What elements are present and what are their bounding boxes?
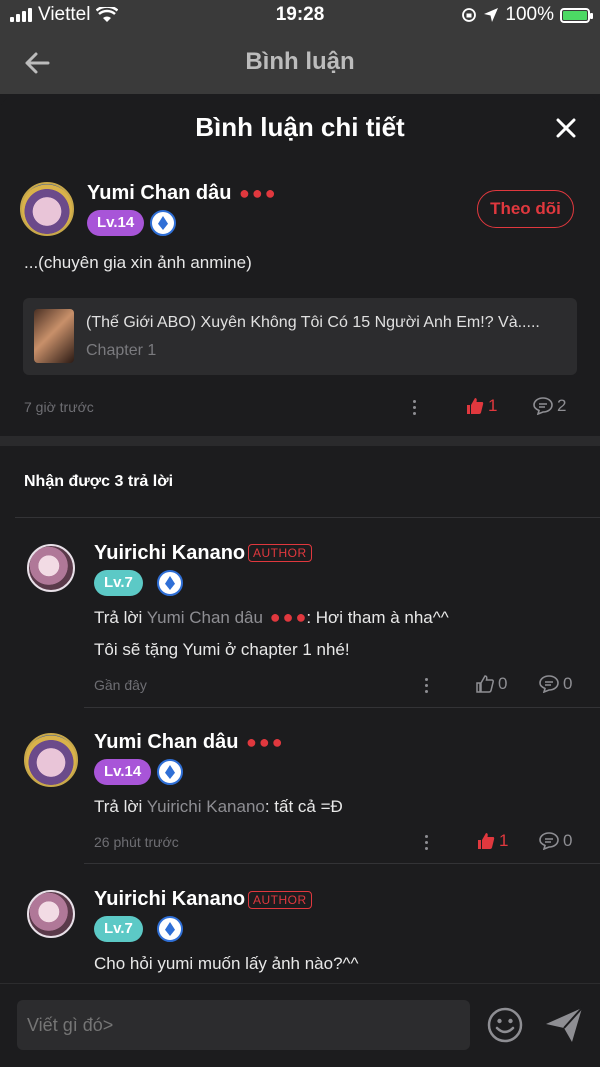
- chapter-title: (Thế Giới ABO) Xuyên Không Tôi Có 15 Ngư…: [86, 314, 540, 331]
- close-icon[interactable]: [554, 116, 578, 140]
- reply-user[interactable]: Yuirichi Kanano: [94, 888, 245, 911]
- divider: [84, 863, 600, 864]
- comment-button[interactable]: 0: [539, 674, 572, 694]
- avatar[interactable]: [27, 890, 75, 938]
- reply-user[interactable]: Yuirichi Kanano: [94, 542, 245, 565]
- reply-user[interactable]: Yumi Chan dâu ● ● ●: [94, 731, 283, 754]
- level-badge: Lv.7: [94, 570, 143, 596]
- comment-input-bar: [0, 983, 600, 1067]
- comment-bubble-icon: [539, 675, 559, 693]
- divider: [15, 517, 600, 518]
- like-button[interactable]: 0: [476, 674, 507, 694]
- vip-badge-icon: [150, 210, 176, 236]
- level-badge: Lv.14: [94, 759, 152, 785]
- avatar[interactable]: [20, 182, 74, 236]
- vip-badge-icon: [157, 570, 183, 596]
- author-badge: AUTHOR: [248, 544, 312, 562]
- comment-button[interactable]: 2: [533, 396, 566, 416]
- thumbs-up-icon: [476, 675, 494, 693]
- divider: [84, 707, 600, 708]
- emoji-icon[interactable]: [486, 1006, 524, 1044]
- level-badge: Lv.14: [87, 210, 145, 236]
- chapter-thumbnail: [34, 309, 74, 363]
- reply-time: 26 phút trước: [94, 834, 179, 850]
- reply-text: Trả lời Yumi Chan dâu ● ● ●: Hơi tham à nh…: [94, 607, 449, 627]
- sheet-title: Bình luận chi tiết: [195, 112, 405, 142]
- thumbs-up-icon: [478, 833, 495, 849]
- strawberry-icon: ●: [269, 607, 281, 627]
- orientation-lock-icon: [462, 8, 477, 22]
- level-badge: Lv.7: [94, 916, 143, 942]
- avatar[interactable]: [27, 544, 75, 592]
- battery-percent: 100%: [505, 4, 554, 25]
- vip-badge-icon: [157, 916, 183, 942]
- strawberry-icon: ●: [239, 183, 250, 203]
- strawberry-icon: ●: [295, 607, 307, 627]
- send-icon[interactable]: [544, 1006, 584, 1044]
- chapter-subtitle: Chapter 1: [86, 342, 157, 359]
- main-comment-user[interactable]: Yumi Chan dâu ● ● ●: [87, 182, 276, 205]
- comment-button[interactable]: 0: [539, 831, 572, 851]
- reply-text-line2: Tôi sẽ tặng Yumi ở chapter 1 nhé!: [94, 640, 350, 659]
- reply-time: Gần đây: [94, 677, 147, 693]
- battery-icon: [560, 7, 593, 23]
- comment-detail-sheet: Bình luận chi tiết Yumi Chan dâu ● ● ● Lv.…: [0, 94, 600, 1067]
- more-options-icon[interactable]: [425, 835, 429, 851]
- chapter-card[interactable]: (Thế Giới ABO) Xuyên Không Tôi Có 15 Ngư…: [23, 298, 577, 375]
- strawberry-icon: ●: [271, 732, 283, 752]
- more-options-icon[interactable]: [425, 678, 429, 694]
- avatar[interactable]: [24, 733, 78, 787]
- strawberry-icon: ●: [246, 732, 257, 752]
- thumbs-up-icon: [467, 398, 484, 414]
- nav-bar: Bình luận: [0, 32, 600, 94]
- follow-button[interactable]: Theo dõi: [477, 190, 574, 228]
- comment-bubble-icon: [539, 832, 559, 850]
- replies-header: Nhận được 3 trả lời: [24, 473, 174, 490]
- like-button[interactable]: 1: [477, 831, 508, 851]
- vip-badge-icon: [157, 759, 183, 785]
- location-icon: [484, 8, 499, 22]
- main-comment-text: ...(chuyên gia xin ảnh anmine): [24, 253, 252, 272]
- section-divider: [0, 436, 600, 446]
- main-comment-time: 7 giờ trước: [24, 399, 94, 415]
- strawberry-icon: ●: [258, 732, 270, 752]
- strawberry-icon: ●: [264, 183, 276, 203]
- like-button[interactable]: 1: [466, 396, 497, 416]
- reply-text: Trả lời Yuirichi Kanano: tất cả =Đ: [94, 797, 343, 816]
- strawberry-icon: ●: [282, 607, 294, 627]
- more-options-icon[interactable]: [413, 400, 417, 416]
- comment-bubble-icon: [533, 397, 553, 415]
- strawberry-icon: ●: [251, 183, 263, 203]
- reply-text: Cho hỏi yumi muốn lấy ảnh nào?^^: [94, 954, 359, 973]
- comment-input[interactable]: [17, 1000, 470, 1050]
- author-badge: AUTHOR: [248, 891, 312, 909]
- nav-title: Bình luận: [245, 48, 355, 75]
- status-bar: Viettel 19:28 100%: [0, 0, 600, 32]
